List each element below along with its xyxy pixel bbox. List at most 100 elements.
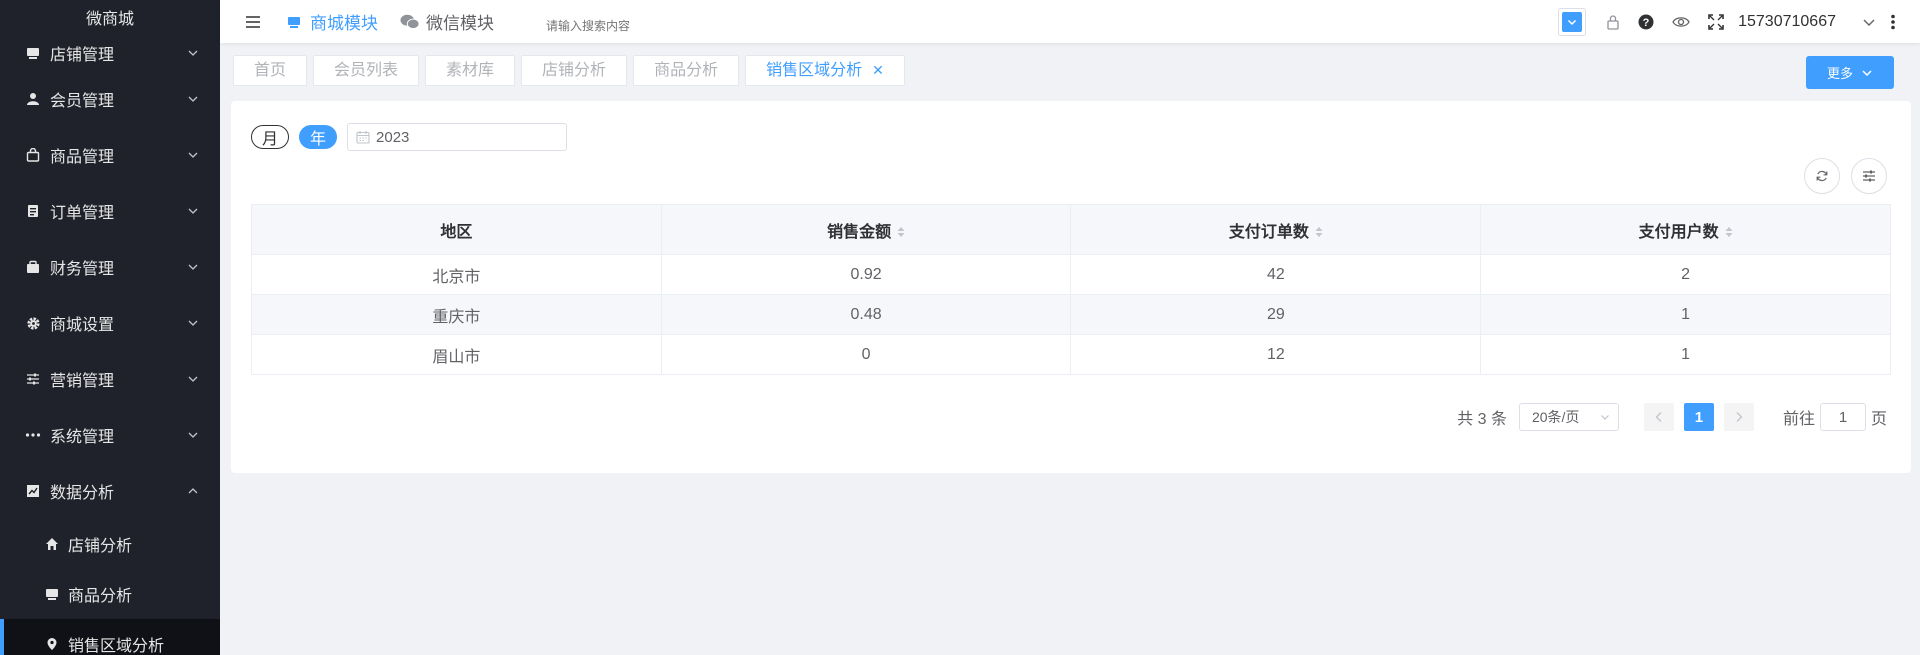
table-tools [1793,158,1887,194]
cell-region: 眉山市 [251,334,662,375]
chevron-up-icon [186,484,200,498]
tab-material-library[interactable]: 素材库 [425,54,516,86]
date-filter: 月 年 2023 [251,123,568,151]
cell-sales-amount: 0.92 [661,254,1072,295]
chevron-down-icon [1862,69,1872,76]
fullscreen-icon[interactable] [1708,13,1724,30]
help-icon[interactable]: ? [1638,14,1654,30]
tab-label: 销售区域分析 [766,61,863,79]
sidebar-item-orders[interactable]: 订单管理 [0,183,220,239]
cell-paid-users: 1 [1480,334,1891,375]
sidebar-item-settings[interactable]: 商城设置 [0,295,220,351]
hamburger-icon[interactable] [244,13,262,31]
column-header-label: 支付用户数 [1638,223,1719,241]
chart-icon [24,482,42,500]
chevron-down-icon [1601,415,1609,420]
chevron-right-icon [1736,412,1743,422]
tab-sales-region-analysis[interactable]: 销售区域分析 ✕ [745,54,905,86]
gear-icon [24,314,42,332]
page-size-select[interactable]: 20条/页 [1518,403,1619,431]
module-wechat[interactable]: 微信模块 [400,9,494,34]
next-page-button[interactable] [1723,403,1754,431]
module-mall[interactable]: 商城模块 [284,9,378,34]
sidebar-subitem-product-analysis[interactable]: 商品分析 [0,569,220,619]
sidebar-item-label: 商城设置 [50,317,115,334]
tab-store-analysis[interactable]: 店铺分析 [521,54,628,86]
cell-region: 重庆市 [251,294,662,335]
pagination: 共 3 条 20条/页 1 前往 页 [1457,403,1887,431]
year-value: 2023 [376,128,410,146]
page-size-value: 20条/页 [1531,409,1580,425]
tab-product-analysis[interactable]: 商品分析 [633,54,740,86]
table-row: 北京市 0.92 42 2 [251,254,1891,295]
year-toggle[interactable]: 年 [299,125,338,149]
sidebar-item-products[interactable]: 商品管理 [0,127,220,183]
column-settings-button[interactable] [1851,158,1887,194]
table-header-row: 地区 销售金额 支付订单数 支付用户数 [251,204,1891,255]
page-number[interactable]: 1 [1683,403,1714,431]
page-jumper: 前往 页 [1783,403,1887,431]
eye-icon[interactable] [1672,15,1690,29]
sidebar-subitem-sales-region-analysis[interactable]: 销售区域分析 [0,619,220,655]
home-icon [44,536,60,552]
user-icon [24,90,42,108]
lock-icon[interactable] [1606,14,1620,30]
close-icon[interactable]: ✕ [872,56,884,85]
table-row: 眉山市 0 12 1 [251,334,1891,375]
svg-text:?: ? [1643,17,1650,29]
chevron-down-icon[interactable] [1862,15,1876,29]
order-icon [24,202,42,220]
year-picker[interactable]: 2023 [347,123,568,151]
cell-paid-orders: 29 [1070,294,1482,335]
menu-select-dropdown[interactable] [1558,7,1587,36]
search-input[interactable] [546,18,726,33]
column-header-label: 支付订单数 [1228,223,1309,241]
top-navbar: 商城模块 微信模块 ? 15730710667 [220,0,1920,43]
refresh-button[interactable] [1804,158,1840,194]
goto-suffix: 页 [1870,411,1887,428]
column-header-sales-amount[interactable]: 销售金额 [661,204,1072,255]
chevron-down-icon [186,92,200,106]
column-header-region: 地区 [251,204,662,255]
wechat-icon [400,12,420,32]
sidebar-item-marketing[interactable]: 营销管理 [0,351,220,407]
column-header-paid-users[interactable]: 支付用户数 [1480,204,1891,255]
chevron-down-icon [1562,11,1583,32]
chevron-down-icon [186,372,200,386]
cell-paid-orders: 12 [1070,334,1482,375]
module-label: 微信模块 [426,14,494,33]
sidebar-item-data-analysis[interactable]: 数据分析 [0,463,220,519]
calendar-icon [356,130,370,144]
sidebar-item-members[interactable]: 会员管理 [0,71,220,127]
sidebar-item-label: 订单管理 [50,205,115,222]
prev-page-button[interactable] [1643,403,1674,431]
column-header-paid-orders[interactable]: 支付订单数 [1070,204,1482,255]
column-header-label: 销售金额 [827,223,892,241]
chevron-down-icon [186,204,200,218]
chevron-down-icon [186,428,200,442]
store-icon [24,44,42,62]
sidebar-item-finance[interactable]: 财务管理 [0,239,220,295]
brand-title: 微商城 [85,11,134,28]
sort-icon[interactable] [897,226,905,238]
sort-icon[interactable] [1725,226,1733,238]
cell-sales-amount: 0.48 [661,294,1072,335]
sort-icon[interactable] [1315,226,1323,238]
more-vertical-icon[interactable] [1890,14,1896,30]
sidebar-item-store[interactable]: 店铺管理 [0,35,220,71]
tab-home[interactable]: 首页 [233,54,308,86]
goto-prefix: 前往 [1782,411,1815,428]
more-button[interactable]: 更多 [1806,56,1894,89]
month-toggle[interactable]: 月 [251,125,290,149]
chevron-down-icon [186,148,200,162]
username[interactable]: 15730710667 [1738,13,1836,31]
cell-paid-users: 2 [1480,254,1891,295]
chevron-left-icon [1655,412,1662,422]
goto-page-input[interactable] [1819,403,1866,431]
sidebar-subitem-store-analysis[interactable]: 店铺分析 [0,519,220,569]
tab-member-list[interactable]: 会员列表 [313,54,420,86]
sidebar-subitem-label: 商品分析 [68,588,133,605]
sidebar-item-system[interactable]: 系统管理 [0,407,220,463]
column-header-label: 地区 [440,223,473,241]
sliders-icon [1863,170,1875,182]
